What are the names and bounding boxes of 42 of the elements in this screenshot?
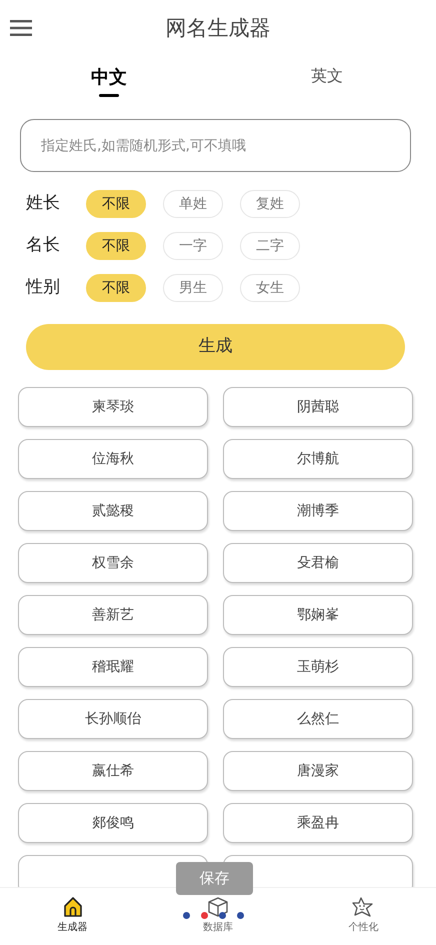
- name-card[interactable]: 柬琴琰: [18, 387, 208, 427]
- surname-field[interactable]: 指定姓氏,如需随机形式,可不填哦: [20, 119, 411, 172]
- name-card[interactable]: 贰懿稷: [18, 491, 208, 531]
- name-card[interactable]: 稽珉耀: [18, 647, 208, 687]
- option-chip[interactable]: 不限: [86, 274, 146, 302]
- name-card[interactable]: 嬴仕希: [18, 751, 208, 791]
- option-chip[interactable]: 男生: [163, 274, 223, 302]
- option-label: 名长: [26, 234, 61, 258]
- generate-button[interactable]: 生成: [26, 324, 405, 370]
- menu-icon[interactable]: [10, 20, 32, 36]
- option-chip[interactable]: 单姓: [163, 190, 223, 218]
- name-card[interactable]: 郯俊鸣: [18, 803, 208, 843]
- tab[interactable]: 英文: [218, 58, 436, 108]
- home-icon: [62, 896, 84, 918]
- name-card[interactable]: 殳君榆: [223, 543, 413, 583]
- name-card[interactable]: 么然仁: [223, 699, 413, 739]
- box-icon: [206, 896, 229, 918]
- option-chip[interactable]: 不限: [86, 190, 146, 218]
- option-chip[interactable]: 一字: [163, 232, 223, 260]
- name-card[interactable]: 长孙顺佁: [18, 699, 208, 739]
- nav-tab[interactable]: 个性化: [290, 888, 436, 945]
- name-card[interactable]: 位海秋: [18, 439, 208, 479]
- option-chip[interactable]: 女生: [240, 274, 300, 302]
- name-card[interactable]: 尔博航: [223, 439, 413, 479]
- name-card[interactable]: 玉萌杉: [223, 647, 413, 687]
- option-chip[interactable]: 二字: [240, 232, 300, 260]
- option-label: 姓长: [26, 192, 61, 216]
- star-face-icon: [351, 896, 376, 918]
- name-card[interactable]: 阴茜聪: [223, 387, 413, 427]
- name-card[interactable]: 善新艺: [18, 595, 208, 635]
- app-title: 网名生成器: [166, 15, 270, 42]
- option-label: 性别: [26, 276, 61, 300]
- name-card[interactable]: 权雪余: [18, 543, 208, 583]
- option-chip[interactable]: 复姓: [240, 190, 300, 218]
- name-card[interactable]: 唐漫家: [223, 751, 413, 791]
- name-card[interactable]: 潮博季: [223, 491, 413, 531]
- option-chip[interactable]: 不限: [86, 232, 146, 260]
- name-card[interactable]: 乘盈冉: [223, 803, 413, 843]
- tab[interactable]: 中文: [0, 58, 218, 108]
- nav-tab[interactable]: 生成器: [0, 888, 146, 945]
- name-card[interactable]: 鄂娴峯: [223, 595, 413, 635]
- toast-message: 保存: [176, 862, 253, 895]
